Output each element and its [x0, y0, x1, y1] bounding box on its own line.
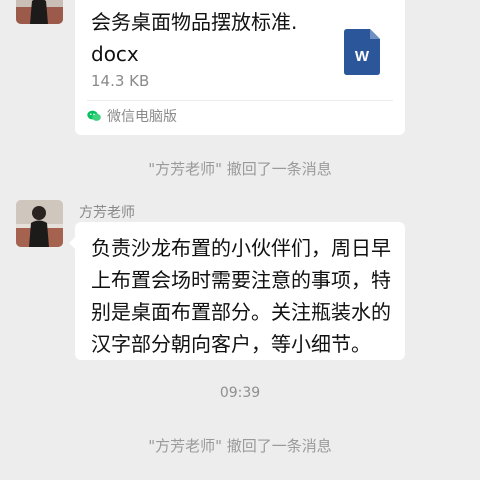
file-name: 会务桌面物品摆放标准. docx — [91, 6, 341, 70]
wechat-icon — [87, 110, 101, 121]
recall-notice: "方芳老师" 撤回了一条消息 — [148, 437, 332, 455]
message-line: 负责沙龙布置的小伙伴们，周日早 — [91, 236, 391, 260]
file-source: 微信电脑版 — [87, 106, 177, 126]
message-line: 上布置会场时需要注意的事项，特 — [91, 268, 391, 292]
recall-notice: "方芳老师" 撤回了一条消息 — [148, 160, 332, 178]
file-name-line-1: 会务桌面物品摆放标准. — [91, 10, 298, 34]
sender-avatar[interactable] — [16, 200, 63, 247]
source-label: 微信电脑版 — [107, 109, 177, 125]
avatar-photo — [16, 200, 63, 247]
card-divider — [87, 100, 393, 101]
word-doc-icon: W — [344, 29, 380, 75]
file-message-card[interactable]: 会务桌面物品摆放标准. docx 14.3 KB W 微信电脑版 — [75, 0, 405, 135]
svg-text:W: W — [355, 48, 370, 65]
message-line: 别是桌面布置部分。关注瓶装水的 — [91, 300, 391, 324]
message-line: 汉字部分朝向客户，等小细节。 — [91, 332, 371, 356]
sender-avatar[interactable] — [16, 0, 63, 24]
file-name-line-2: docx — [91, 42, 139, 66]
sender-name: 方芳老师 — [79, 205, 135, 221]
file-size: 14.3 KB — [91, 72, 150, 90]
text-message-bubble[interactable]: 负责沙龙布置的小伙伴们，周日早 上布置会场时需要注意的事项，特 别是桌面布置部分… — [69, 222, 405, 360]
avatar-photo — [16, 0, 63, 24]
timestamp: 09:39 — [219, 385, 261, 401]
